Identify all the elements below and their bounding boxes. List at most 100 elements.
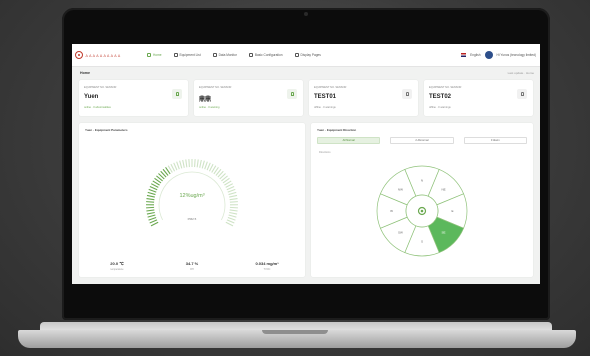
status-tabs: All Normal 2 Abnormal 0 Alarm	[317, 137, 527, 144]
brand-logo[interactable]: ＡＡＡＡＡＡＡＡＡＡ	[75, 51, 141, 59]
gauge-tick	[229, 201, 238, 203]
gauge-tick	[229, 211, 238, 215]
stat-value: 34.7 %	[185, 261, 199, 266]
gauge-tick	[206, 162, 211, 171]
avatar[interactable]	[484, 51, 493, 59]
stat-label: TVOC	[263, 268, 271, 271]
menu-label: Basic Configuration	[254, 53, 283, 57]
menu-item-display[interactable]: Display Pages	[294, 53, 321, 57]
gauge-tick	[148, 188, 157, 193]
main-menu: Home Equipment List Data Monitor Basic C…	[147, 53, 321, 57]
stat-label: temperature	[110, 268, 124, 271]
card-label: EQUIPMENT NO. SENSOR	[84, 86, 117, 89]
gauge-tick	[149, 186, 158, 191]
menu-item-home[interactable]: Home	[147, 53, 162, 57]
gauge-tick	[204, 161, 208, 170]
gauge-tick	[176, 161, 180, 170]
camera-icon	[304, 12, 308, 16]
wheel-sector-label: S	[421, 240, 423, 244]
stat-tvoc: 0.034 mg/m³ TVOC	[237, 261, 297, 271]
gauge-tick	[225, 221, 234, 227]
card-name: 鼎鼎	[199, 97, 212, 103]
stats-row: 20.0 ℃ temperature 34.7 % RH 0.034 mg/m³…	[87, 261, 297, 271]
laptop-screen: ＡＡＡＡＡＡＡＡＡＡ Home Equipment List Data Moni…	[72, 44, 540, 284]
device-icon[interactable]	[517, 89, 527, 99]
wheel-sector-label: NW	[398, 187, 403, 191]
gauge-tick	[185, 159, 188, 168]
device-card[interactable]: EQUIPMENT NO. SENSOR TEST02 offline · 0 …	[424, 80, 533, 116]
gauge-tick	[182, 159, 185, 168]
stat-label: RH	[190, 268, 194, 271]
wheel-sector-label: E	[451, 209, 453, 213]
gauge-value: 12%ug/m³	[179, 193, 205, 199]
gauge-tick	[146, 211, 155, 215]
card-label: EQUIPMENT NO. SENSOR	[199, 86, 232, 89]
wheel-sector-label: NE	[441, 187, 445, 191]
display-icon	[294, 53, 299, 57]
nav-right: English Hi Yunos (tecnology limited)	[461, 51, 536, 59]
card-name: TEST02	[429, 94, 452, 100]
gauge-tick	[194, 159, 196, 168]
menu-item-config[interactable]: Basic Configuration	[248, 53, 283, 57]
tab-alarm[interactable]: 0 Alarm	[463, 137, 527, 144]
card-status: offline · 0 warnings	[429, 106, 451, 109]
breadcrumb-right: Last update · Home	[507, 71, 534, 75]
gauge-tick	[150, 221, 159, 227]
gauge-tick	[179, 160, 183, 169]
top-nav: ＡＡＡＡＡＡＡＡＡＡ Home Equipment List Data Moni…	[72, 44, 540, 67]
card-label: EQUIPMENT NO. SENSOR	[314, 86, 347, 89]
gauge-tick	[201, 160, 205, 169]
gauge-tick	[199, 159, 202, 168]
panel-title: Yuen - Equipment Parameters	[85, 128, 128, 132]
device-icon[interactable]	[287, 89, 297, 99]
gauge-tick	[229, 209, 238, 212]
stat-temperature: 20.0 ℃ temperature	[87, 261, 147, 271]
stat-humidity: 34.7 % RH	[162, 261, 222, 271]
brand-name: ＡＡＡＡＡＡＡＡＡＡ	[85, 53, 121, 58]
menu-item-equipment[interactable]: Equipment List	[173, 53, 201, 57]
wheel-graphic: N NE E SE S SW W NW	[376, 165, 468, 257]
parameters-panel: Yuen - Equipment Parameters 12%ug/m³ PM2…	[79, 123, 305, 277]
menu-label: Home	[153, 53, 162, 57]
pm25-gauge: 12%ug/m³ PM2.5	[142, 155, 242, 227]
device-card[interactable]: EQUIPMENT NO. SENSOR TEST01 offline · 0 …	[309, 80, 418, 116]
wheel-sector-label: SW	[398, 231, 403, 235]
card-status: online · 0 abnormalities	[84, 106, 111, 109]
gear-icon	[248, 53, 253, 57]
menu-label: Data Monitor	[218, 53, 237, 57]
gauge-tick	[227, 188, 236, 193]
logo-icon	[75, 51, 83, 59]
card-status: offline · 0 warnings	[314, 106, 336, 109]
flag-icon	[461, 53, 467, 57]
wheel-sector-label: W	[390, 209, 393, 213]
stat-value: 20.0 ℃	[110, 261, 124, 266]
card-label: EQUIPMENT NO. SENSOR	[429, 86, 462, 89]
wheel-sector-label: SE	[442, 231, 446, 235]
laptop-notch	[262, 330, 328, 334]
stat-value: 0.034 mg/m³	[255, 261, 279, 266]
gauge-tick	[226, 186, 235, 191]
device-cards: EQUIPMENT NO. SENSOR Yuen online · 0 abn…	[79, 80, 533, 116]
menu-label: Equipment List	[179, 53, 201, 57]
device-icon[interactable]	[402, 89, 412, 99]
wheel-sector-label: N	[421, 179, 423, 183]
gauge-tick	[146, 206, 155, 209]
gauge-tick	[229, 206, 238, 209]
device-icon[interactable]	[172, 89, 182, 99]
tab-all-normal[interactable]: All Normal	[317, 137, 381, 144]
gauge-label: PM2.5	[187, 217, 197, 221]
user-name[interactable]: Hi Yunos (tecnology limited)	[497, 53, 536, 57]
menu-item-monitor[interactable]: Data Monitor	[212, 53, 237, 57]
menu-label: Display Pages	[300, 53, 321, 57]
card-name: Yuen	[84, 94, 99, 100]
page-title: Home	[80, 71, 90, 75]
language-select[interactable]: English	[470, 53, 480, 57]
device-card[interactable]: EQUIPMENT NO. SENSOR 鼎鼎 online · 0 warni…	[194, 80, 303, 116]
monitor-icon	[212, 53, 217, 57]
card-status: online · 0 warning	[199, 106, 220, 109]
device-card[interactable]: EQUIPMENT NO. SENSOR Yuen online · 0 abn…	[79, 80, 188, 116]
gauge-tick	[188, 159, 190, 168]
tab-abnormal[interactable]: 2 Abnormal	[390, 137, 454, 144]
gauge-tick	[173, 162, 178, 171]
panel-title: Yuen - Equipment Direction	[317, 128, 357, 132]
